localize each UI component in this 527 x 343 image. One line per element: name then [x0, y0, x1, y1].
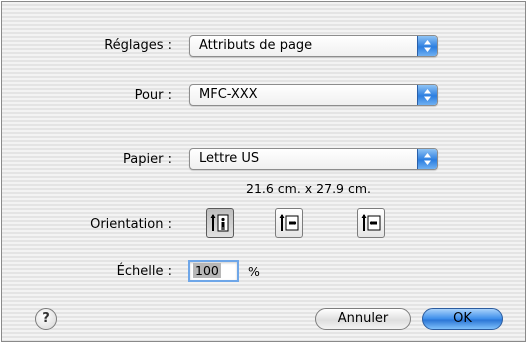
popup-arrows-icon: [417, 36, 437, 56]
scale-input[interactable]: 100: [188, 260, 239, 282]
landscape-reversed-orientation-icon: [361, 214, 381, 231]
popup-arrows-icon: [417, 85, 437, 105]
for-label: Pour :: [134, 88, 172, 103]
paper-dimensions: 21.6 cm. x 27.9 cm.: [246, 181, 371, 196]
landscape-orientation-icon: [279, 214, 299, 231]
ok-button[interactable]: OK: [422, 308, 503, 330]
settings-popup[interactable]: Attributs de page: [189, 35, 438, 57]
page-setup-dialog: Réglages : Attributs de page Pour : MFC-…: [1, 1, 526, 342]
orientation-landscape-reversed-button[interactable]: [357, 208, 385, 238]
orientation-landscape-button[interactable]: [275, 208, 303, 238]
scale-value: 100: [193, 263, 221, 278]
settings-label: Réglages :: [104, 38, 172, 53]
scale-label: Échelle :: [116, 264, 172, 279]
paper-label: Papier :: [123, 152, 172, 167]
popup-arrows-icon: [417, 149, 437, 169]
printer-popup[interactable]: MFC-XXX: [189, 84, 438, 106]
scale-unit: %: [248, 264, 260, 279]
help-button[interactable]: ?: [35, 308, 57, 330]
orientation-portrait-button[interactable]: [206, 208, 234, 238]
orientation-label: Orientation :: [90, 217, 172, 232]
portrait-orientation-icon: [210, 214, 229, 232]
settings-value: Attributs de page: [199, 38, 313, 53]
paper-popup[interactable]: Lettre US: [189, 148, 438, 170]
paper-value: Lettre US: [199, 151, 260, 166]
printer-value: MFC-XXX: [199, 87, 258, 102]
cancel-button[interactable]: Annuler: [315, 308, 411, 330]
